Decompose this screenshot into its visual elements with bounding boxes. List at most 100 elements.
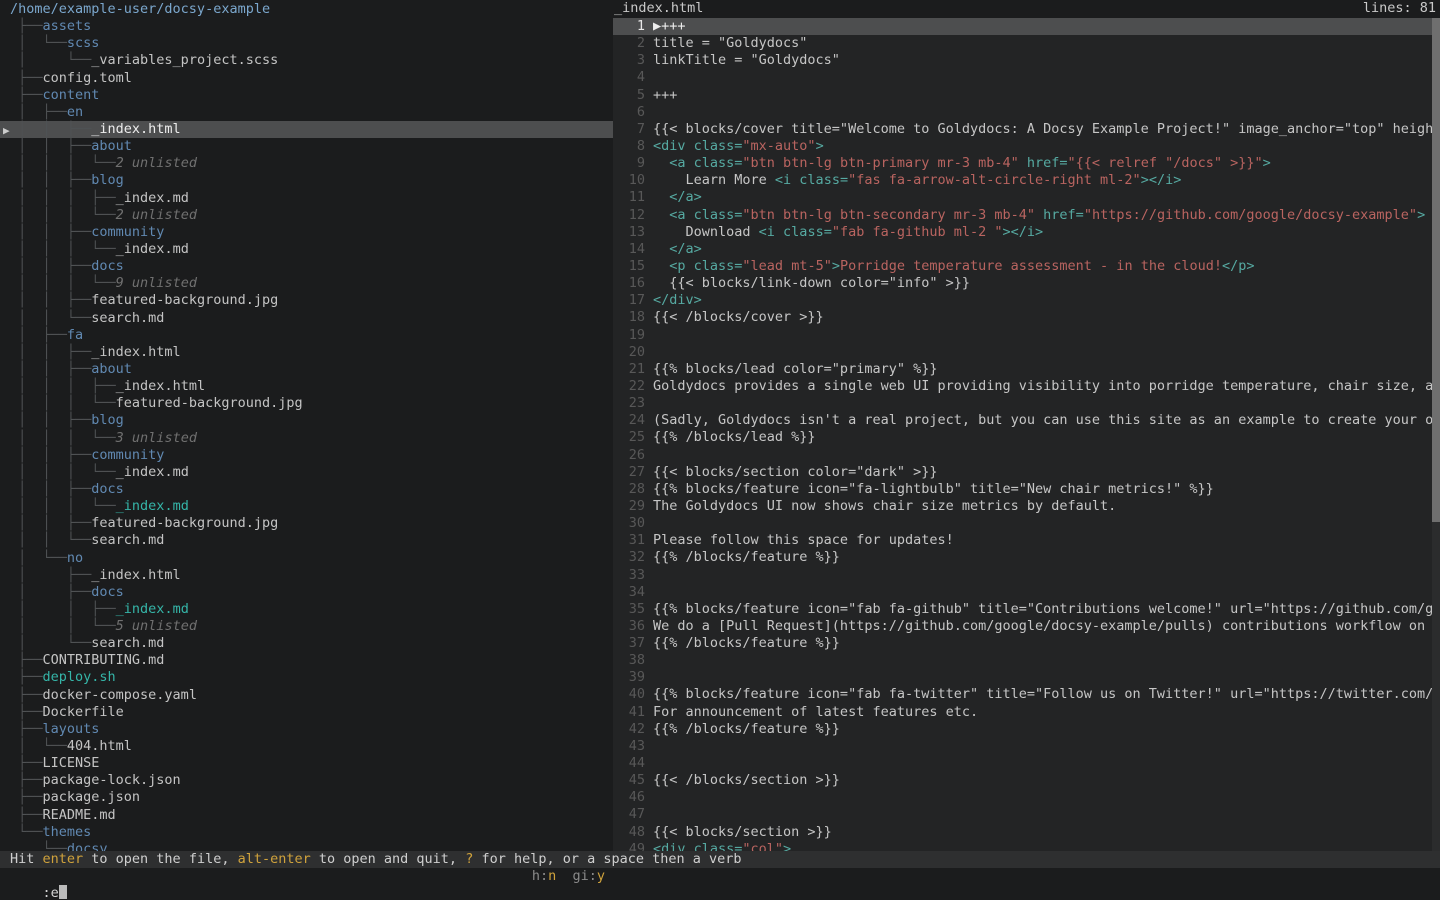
tree-row[interactable]: ├──content	[0, 87, 613, 104]
line-number: 7	[613, 121, 645, 138]
tree-row[interactable]: └──themes	[0, 824, 613, 841]
line-number: 40	[613, 686, 645, 703]
tree-row[interactable]: │ │ ├──_index.md	[0, 601, 613, 618]
tree-row[interactable]: ├──assets	[0, 18, 613, 35]
tree-row[interactable]: ├──LICENSE	[0, 755, 613, 772]
preview-panel: _index.html lines: 81 1▶+++2title = "Gol…	[613, 0, 1440, 851]
tree-row[interactable]: │ │ ├──featured-background.jpg	[0, 292, 613, 309]
code-text: {{% /blocks/feature %}}	[653, 721, 840, 738]
tree-row[interactable]: │ │ │ └──2 unlisted	[0, 207, 613, 224]
tree-row[interactable]: │ │ ├──community	[0, 447, 613, 464]
tree-row[interactable]: │ │ │ └──featured-background.jpg	[0, 395, 613, 412]
tree-row[interactable]: ├──README.md	[0, 807, 613, 824]
tree-branch-lines: └──	[10, 841, 67, 851]
tree-row[interactable]: │ └──no	[0, 550, 613, 567]
line-number: 45	[613, 772, 645, 789]
tree-row[interactable]: │ └──404.html	[0, 738, 613, 755]
code-line: 21{{% blocks/lead color="primary" %}}	[613, 361, 1432, 378]
tree-row[interactable]: │ └──_variables_project.scss	[0, 52, 613, 69]
tree-row[interactable]: ├──docker-compose.yaml	[0, 687, 613, 704]
code-line: 26	[613, 447, 1432, 464]
tree-row[interactable]: │ │ └──search.md	[0, 532, 613, 549]
tree-row[interactable]: │ │ ├──docs	[0, 481, 613, 498]
tree-branch-lines: │ │ ├──	[10, 224, 91, 240]
tree-branch-lines: │ │ │ └──	[10, 207, 116, 223]
tree-row[interactable]: │ │ │ └──2 unlisted	[0, 155, 613, 172]
tree-row[interactable]: │ │ │ └──9 unlisted	[0, 275, 613, 292]
entry-name: _index.html	[91, 344, 180, 360]
tree-row[interactable]: │ ├──en	[0, 104, 613, 121]
scrollbar[interactable]	[1432, 18, 1440, 851]
tree-row[interactable]: │ │ ├──blog	[0, 412, 613, 429]
code-line: 31Please follow this space for updates!	[613, 532, 1432, 549]
code-line: 16 {{< blocks/link-down color="info" >}}	[613, 275, 1432, 292]
line-number: 25	[613, 429, 645, 446]
entry-name: blog	[91, 412, 124, 428]
code-line: 15 <p class="lead mt-5">Porridge tempera…	[613, 258, 1432, 275]
code-text: {{% blocks/feature icon="fa-lightbulb" t…	[653, 481, 1214, 498]
tree-row[interactable]: │ │ ├──about	[0, 361, 613, 378]
code-line: 37 {{% /blocks/feature %}}	[613, 635, 1432, 652]
tree-row[interactable]: │ │ │ ├──_index.html	[0, 378, 613, 395]
tree-row[interactable]: │ │ └──search.md	[0, 310, 613, 327]
tree-row[interactable]: ▶ │ │ ├──_index.html	[0, 121, 613, 138]
code-text: </a>	[653, 189, 702, 206]
tree-row[interactable]: │ │ │ └──_index.md	[0, 498, 613, 515]
tree-branch-lines: │ │ ├──	[10, 412, 91, 428]
code-line: 34	[613, 584, 1432, 601]
tree-branch-lines: ├──	[10, 669, 43, 685]
tree-row[interactable]: ├──layouts	[0, 721, 613, 738]
code-text: The Goldydocs UI now shows chair size me…	[653, 498, 1116, 515]
line-number: 39	[613, 669, 645, 686]
line-number: 8	[613, 138, 645, 155]
line-number: 44	[613, 755, 645, 772]
tree-branch-lines: │ │ │ └──	[10, 275, 116, 291]
entry-name: package-lock.json	[43, 772, 181, 788]
command-input[interactable]: :e	[33, 885, 59, 900]
code-line: 45 {{< /blocks/section >}}	[613, 772, 1432, 789]
tree-row[interactable]: │ │ │ └──_index.md	[0, 464, 613, 481]
tree-row[interactable]: │ │ │ ├──_index.md	[0, 190, 613, 207]
tree-row[interactable]: │ │ ├──community	[0, 224, 613, 241]
tree-row[interactable]: │ │ │ └──3 unlisted	[0, 430, 613, 447]
code-text: {{% /blocks/feature %}}	[653, 635, 840, 652]
input-bar[interactable]: h:n gi:y:e	[0, 868, 1440, 886]
entry-name: config.toml	[43, 70, 132, 86]
tree-row[interactable]: │ └──scss	[0, 35, 613, 52]
tree-row[interactable]: │ │ │ └──_index.md	[0, 241, 613, 258]
tree-row[interactable]: │ │ ├──about	[0, 138, 613, 155]
tree-row[interactable]: │ ├──fa	[0, 327, 613, 344]
entry-name: themes	[43, 824, 92, 840]
tree-row[interactable]: │ │ └──5 unlisted	[0, 618, 613, 635]
status-text: to open and quit,	[311, 851, 465, 867]
scrollbar-thumb[interactable]	[1432, 18, 1440, 522]
tree-row[interactable]: ├──config.toml	[0, 70, 613, 87]
tree-row[interactable]: └──docsy	[0, 841, 613, 851]
tree-row[interactable]: │ │ ├──_index.html	[0, 344, 613, 361]
tree-row[interactable]: │ │ ├──blog	[0, 172, 613, 189]
tree-row[interactable]: │ ├──_index.html	[0, 567, 613, 584]
line-number: 34	[613, 584, 645, 601]
tree-branch-lines: │ │ ├──	[10, 481, 91, 497]
entry-name: docsy	[67, 841, 108, 851]
tree-row[interactable]: │ │ ├──docs	[0, 258, 613, 275]
entry-name: community	[91, 447, 164, 463]
tree-row[interactable]: │ ├──docs	[0, 584, 613, 601]
code-line: 46	[613, 789, 1432, 806]
line-number: 37	[613, 635, 645, 652]
tree-row[interactable]: ├──deploy.sh	[0, 669, 613, 686]
tree-row[interactable]: ├──package.json	[0, 789, 613, 806]
unlisted-count: 5 unlisted	[116, 618, 197, 634]
entry-name: _index.md	[116, 241, 189, 257]
tree-row[interactable]: │ └──search.md	[0, 635, 613, 652]
tree-row[interactable]: │ │ ├──featured-background.jpg	[0, 515, 613, 532]
line-number: 26	[613, 447, 645, 464]
code-line: 30	[613, 515, 1432, 532]
tree-branch-lines: │ └──	[10, 738, 67, 754]
line-number: 9	[613, 155, 645, 172]
tree-row[interactable]: ├──CONTRIBUTING.md	[0, 652, 613, 669]
code-text: {{< /blocks/section >}}	[653, 772, 840, 789]
tree-row[interactable]: ├──Dockerfile	[0, 704, 613, 721]
entry-name: 404.html	[67, 738, 132, 754]
tree-row[interactable]: ├──package-lock.json	[0, 772, 613, 789]
